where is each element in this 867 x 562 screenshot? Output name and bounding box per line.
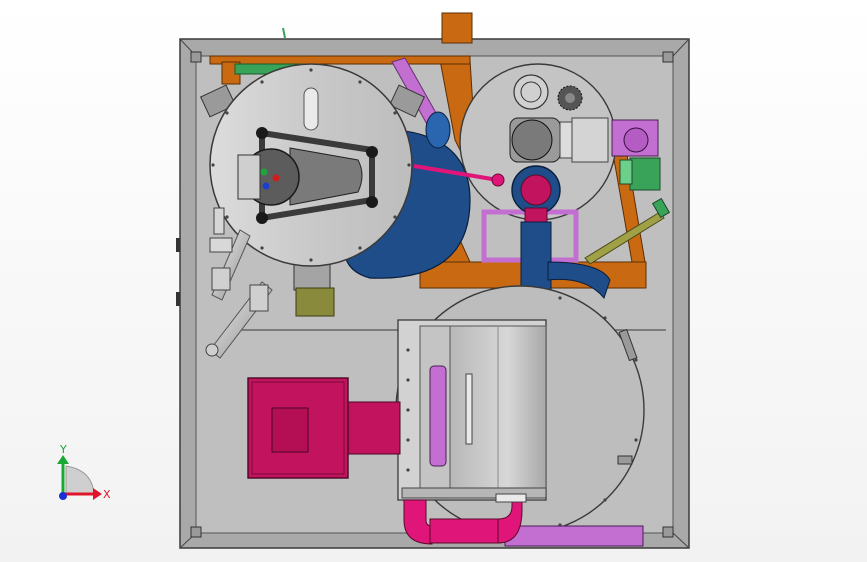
pink-rod-end [491, 173, 505, 187]
duct-blue-tube[interactable] [520, 221, 552, 293]
corner-bolt [662, 526, 674, 538]
drum-latch[interactable] [617, 455, 633, 465]
x-axis-arrowhead [93, 488, 102, 500]
motor-side-plate [571, 117, 609, 163]
cradle-bolt [256, 212, 268, 224]
cradle-bolt [366, 196, 378, 208]
door-lilac-handle[interactable] [429, 365, 447, 467]
triad-rotation-arc [65, 465, 95, 495]
pipe-valve[interactable] [209, 237, 233, 253]
corner-bolt [190, 51, 202, 63]
axis-triad: Y X [57, 443, 111, 501]
bracket-top-post [441, 12, 473, 44]
lilac-base-plate [504, 525, 644, 547]
gear-motor-green [629, 157, 661, 191]
fan-gear-hub [565, 93, 575, 103]
bracket-bar-top [209, 55, 471, 65]
heater-duct [347, 401, 401, 455]
olive-control-box[interactable] [295, 287, 335, 317]
pipe-elbow [205, 343, 219, 357]
gear-motor-green-cap [619, 159, 633, 185]
triad-origin [59, 492, 67, 500]
blower-end-cap [559, 121, 573, 159]
side-tab [176, 238, 180, 252]
cad-viewport[interactable]: Y X [0, 0, 867, 562]
pipe-fitting [213, 207, 225, 235]
pipe-straight [429, 518, 501, 544]
side-tab [176, 292, 180, 306]
blower-fan[interactable] [511, 119, 553, 161]
door-grip[interactable] [465, 373, 473, 445]
burner-indicator-blue [262, 182, 270, 190]
green-marker [282, 27, 286, 39]
burner-indicator-green [260, 168, 268, 176]
duct-inlet [520, 174, 552, 206]
x-axis-label: X [103, 488, 111, 501]
gear-motor-flange [623, 127, 649, 153]
corner-bolt [190, 526, 202, 538]
blue-drum-rim [425, 111, 451, 149]
cradle-bolt [366, 146, 378, 158]
cradle-bolt [256, 127, 268, 139]
burner-indicator-red [272, 174, 280, 182]
y-axis-label: Y [59, 443, 67, 456]
door-handle[interactable] [303, 87, 319, 131]
pipe-fitting [249, 284, 269, 312]
sliding-access-door[interactable] [397, 319, 547, 501]
corner-bolt [662, 51, 674, 63]
y-axis-arrowhead [57, 455, 69, 464]
fan-port-left [513, 74, 549, 110]
burner-mount [237, 154, 261, 200]
pipe-valve[interactable] [211, 267, 231, 291]
heater-access-panel[interactable] [271, 407, 309, 453]
pipe-flange [495, 493, 527, 503]
